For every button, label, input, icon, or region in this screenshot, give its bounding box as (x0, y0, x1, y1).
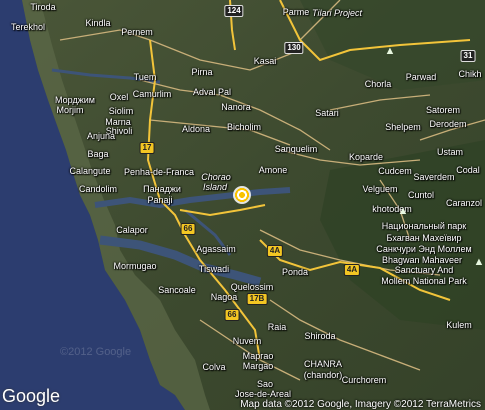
place-label: Bicholim (226, 122, 262, 132)
place-label: Bhagwan Mahaveer (381, 255, 463, 265)
place-label: (chandor) (303, 370, 343, 380)
place-label: Nuvem (232, 336, 262, 346)
place-label: Baga (87, 149, 109, 159)
place-label: Sanctuary And (394, 265, 454, 275)
place-label: Calangute (69, 166, 111, 176)
place-label: Санкчури Энд Моллем (376, 244, 472, 254)
place-label: Aldona (181, 124, 211, 134)
place-label: Derodem (429, 119, 467, 129)
place-label: Jose-de-Areal (234, 389, 292, 399)
place-label: Sancoale (158, 285, 196, 295)
place-label: Anjuna (86, 131, 116, 141)
imagery-watermark: ©2012 Google (60, 346, 132, 358)
place-label: Caranzol (445, 198, 483, 208)
place-label: Morjim (56, 105, 84, 115)
place-label: Маргао (242, 351, 274, 361)
park-icon: ▲ (397, 205, 409, 217)
place-label: Cudcem (378, 166, 412, 176)
place-label: Curchorem (341, 375, 387, 385)
place-label: Морджим (55, 95, 95, 105)
place-label: Oxel (109, 92, 129, 102)
place-label: Penha-de-Franca (123, 167, 195, 177)
road-shield: 66 (224, 309, 240, 321)
place-label: Tilari Project (312, 8, 362, 18)
place-label: Kasai (253, 56, 277, 66)
road-shield: 31 (460, 50, 476, 62)
place-label: Pirna (191, 67, 213, 77)
place-label: Ponda (281, 267, 309, 277)
place-label: Adval Pal (192, 87, 232, 97)
road-shield: 66 (180, 223, 196, 235)
place-label: Quelossim (230, 282, 274, 292)
place-label: Camurlim (132, 89, 172, 99)
google-logo[interactable]: Google (2, 386, 60, 407)
place-label: Бхагван Махеївир (386, 233, 462, 243)
road-shield: 17 (139, 142, 155, 154)
place-label: Koparde (348, 152, 384, 162)
place-label: Saverdem (413, 172, 455, 182)
place-label: Pernem (121, 27, 153, 37)
place-label: Shelpem (385, 122, 421, 132)
place-label: Kulem (446, 320, 472, 330)
place-label: Satari (315, 108, 339, 118)
place-label: Raia (267, 322, 287, 332)
place-label: Cuntol (407, 190, 435, 200)
place-label: Amone (258, 165, 288, 175)
place-label: Mollem National Park (381, 276, 467, 286)
park-icon: ▲ (473, 256, 485, 268)
road-shield: 130 (284, 42, 304, 54)
place-label: Tuem (133, 72, 157, 82)
place-label: Национальный парк (381, 221, 467, 231)
place-label: CHANRA (303, 359, 343, 369)
place-label: Tiswadi (198, 264, 230, 274)
place-label: Parwad (405, 72, 437, 82)
place-label: Codal (456, 165, 480, 175)
place-label: Satorem (425, 105, 461, 115)
road-shield: 4A (343, 264, 361, 276)
location-marker-icon[interactable] (233, 186, 251, 204)
park-icon: ▲ (384, 45, 396, 57)
place-label: Nagoa (210, 292, 238, 302)
place-label: Parme (282, 7, 310, 17)
place-label: Kindla (85, 18, 111, 28)
place-label: Calapor (116, 225, 148, 235)
place-label: Velguem (362, 184, 398, 194)
road-shield: 4A (266, 245, 284, 257)
place-label: Sanquelim (274, 144, 318, 154)
road-shield: 17B (246, 293, 268, 305)
place-label: Shiroda (304, 331, 336, 341)
place-label: Terekhol (10, 22, 46, 32)
place-label: Mormugao (113, 261, 157, 271)
place-label: Island (202, 182, 228, 192)
place-label: Candolim (78, 184, 118, 194)
road-shield: 124 (224, 5, 244, 17)
place-label: Chorla (364, 79, 392, 89)
place-label: Ustam (436, 147, 464, 157)
place-label: Margao (242, 361, 274, 371)
place-label: Панаджи (143, 184, 181, 194)
place-label: Nanora (221, 102, 251, 112)
place-label: Agassaim (196, 244, 236, 254)
place-label: Panaji (147, 195, 173, 205)
place-label: Sao (256, 379, 274, 389)
place-label: Tiroda (30, 2, 56, 12)
place-label: Chikh (458, 69, 482, 79)
place-label: Siolim (108, 106, 134, 116)
place-label: Colva (202, 362, 226, 372)
map-copyright[interactable]: Map data ©2012 Google, Imagery ©2012 Ter… (240, 399, 481, 410)
place-label: Chorao (201, 172, 231, 182)
